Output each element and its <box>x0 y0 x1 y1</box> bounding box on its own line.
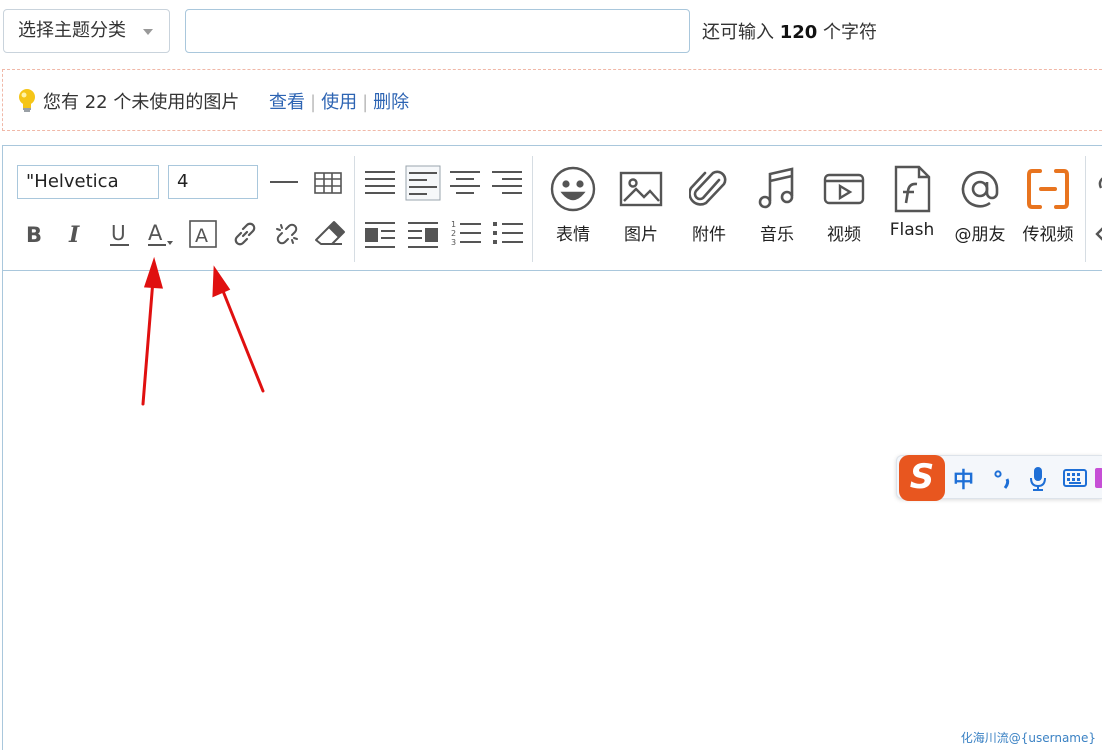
unused-images-notice: 您有 22 个未使用的图片 查看 | 使用 | 删除 <box>2 69 1102 131</box>
unlink-icon[interactable] <box>272 219 302 249</box>
svg-text:U: U <box>111 221 126 245</box>
watermark: 化海川流@{username} <box>960 731 1096 745</box>
float-left-icon[interactable] <box>363 220 397 250</box>
lightbulb-icon <box>17 88 37 114</box>
editor-content-area[interactable] <box>3 271 1102 750</box>
upload-video-button[interactable]: 传视频 <box>1015 164 1081 254</box>
svg-text:3: 3 <box>451 238 456 247</box>
svg-text:2: 2 <box>451 229 456 238</box>
title-input[interactable] <box>185 9 690 53</box>
svg-text:A: A <box>195 225 208 247</box>
align-left-icon[interactable] <box>405 165 441 201</box>
music-note-icon <box>749 164 805 214</box>
flash-button[interactable]: Flash <box>881 164 943 254</box>
at-icon <box>949 164 1011 214</box>
align-justify-icon[interactable] <box>363 168 397 198</box>
notice-links: 查看 | 使用 | 删除 <box>269 92 410 113</box>
svg-text:A: A <box>148 221 163 245</box>
toolbar-separator <box>1085 156 1086 262</box>
image-button[interactable]: 图片 <box>613 164 669 254</box>
char-count: 还可输入 120 个字符 <box>702 22 878 43</box>
char-count-value: 120 <box>779 22 818 43</box>
image-icon <box>613 164 669 214</box>
align-right-icon[interactable] <box>490 168 524 198</box>
music-button[interactable]: 音乐 <box>749 164 805 254</box>
svg-text:1: 1 <box>451 220 456 229</box>
emoji-button[interactable]: 表情 <box>545 164 601 254</box>
sogou-logo-icon[interactable]: S <box>899 455 945 501</box>
ime-skin-icon[interactable] <box>1095 468 1102 488</box>
category-select-label: 选择主题分类 <box>18 20 126 41</box>
rich-text-editor: "Helvetica 4 B I U A A 1 2 3 表情 图片 附件 音乐… <box>2 145 1102 750</box>
attachment-button[interactable]: 附件 <box>681 164 737 254</box>
bold-icon[interactable]: B <box>23 221 47 247</box>
horizontal-rule-icon[interactable] <box>269 172 299 192</box>
chevron-down-icon <box>143 29 153 35</box>
italic-icon[interactable]: I <box>65 221 89 247</box>
notice-message: 您有 22 个未使用的图片 <box>43 92 240 113</box>
ordered-list-icon[interactable]: 123 <box>449 219 483 249</box>
background-color-icon[interactable]: A <box>188 219 218 249</box>
delete-link[interactable]: 删除 <box>373 92 409 113</box>
smiley-icon <box>545 164 601 214</box>
underline-icon[interactable]: U <box>107 220 133 248</box>
toolbar-separator <box>532 156 533 262</box>
paperclip-icon <box>681 164 737 214</box>
flash-icon <box>881 164 943 214</box>
svg-text:I: I <box>68 222 80 247</box>
unordered-list-icon[interactable] <box>491 219 525 249</box>
eraser-icon[interactable] <box>312 218 346 250</box>
font-family-select[interactable]: "Helvetica <box>17 165 159 199</box>
keyboard-icon[interactable] <box>1063 469 1087 491</box>
use-link[interactable]: 使用 <box>321 92 357 113</box>
table-icon[interactable] <box>314 171 342 195</box>
align-center-icon[interactable] <box>448 168 482 198</box>
category-select[interactable]: 选择主题分类 <box>3 9 170 53</box>
video-icon <box>816 164 872 214</box>
toolbar-separator <box>354 156 355 262</box>
float-right-icon[interactable] <box>406 220 440 250</box>
mention-friend-button[interactable]: @朋友 <box>949 164 1011 254</box>
punctuation-icon[interactable] <box>993 468 1013 494</box>
upload-video-icon <box>1015 164 1081 214</box>
svg-text:B: B <box>26 223 42 247</box>
microphone-icon[interactable] <box>1028 466 1048 496</box>
editor-toolbar: "Helvetica 4 B I U A A 1 2 3 表情 图片 附件 音乐… <box>3 146 1102 271</box>
view-link[interactable]: 查看 <box>269 92 305 113</box>
font-color-icon[interactable]: A <box>146 220 176 248</box>
video-button[interactable]: 视频 <box>816 164 872 254</box>
more-icon[interactable] <box>1095 172 1102 252</box>
font-size-select[interactable]: 4 <box>168 165 258 199</box>
ime-toolbar: S 中 <box>896 455 1102 501</box>
link-icon[interactable] <box>230 219 260 249</box>
ime-mode-toggle[interactable]: 中 <box>953 464 974 494</box>
